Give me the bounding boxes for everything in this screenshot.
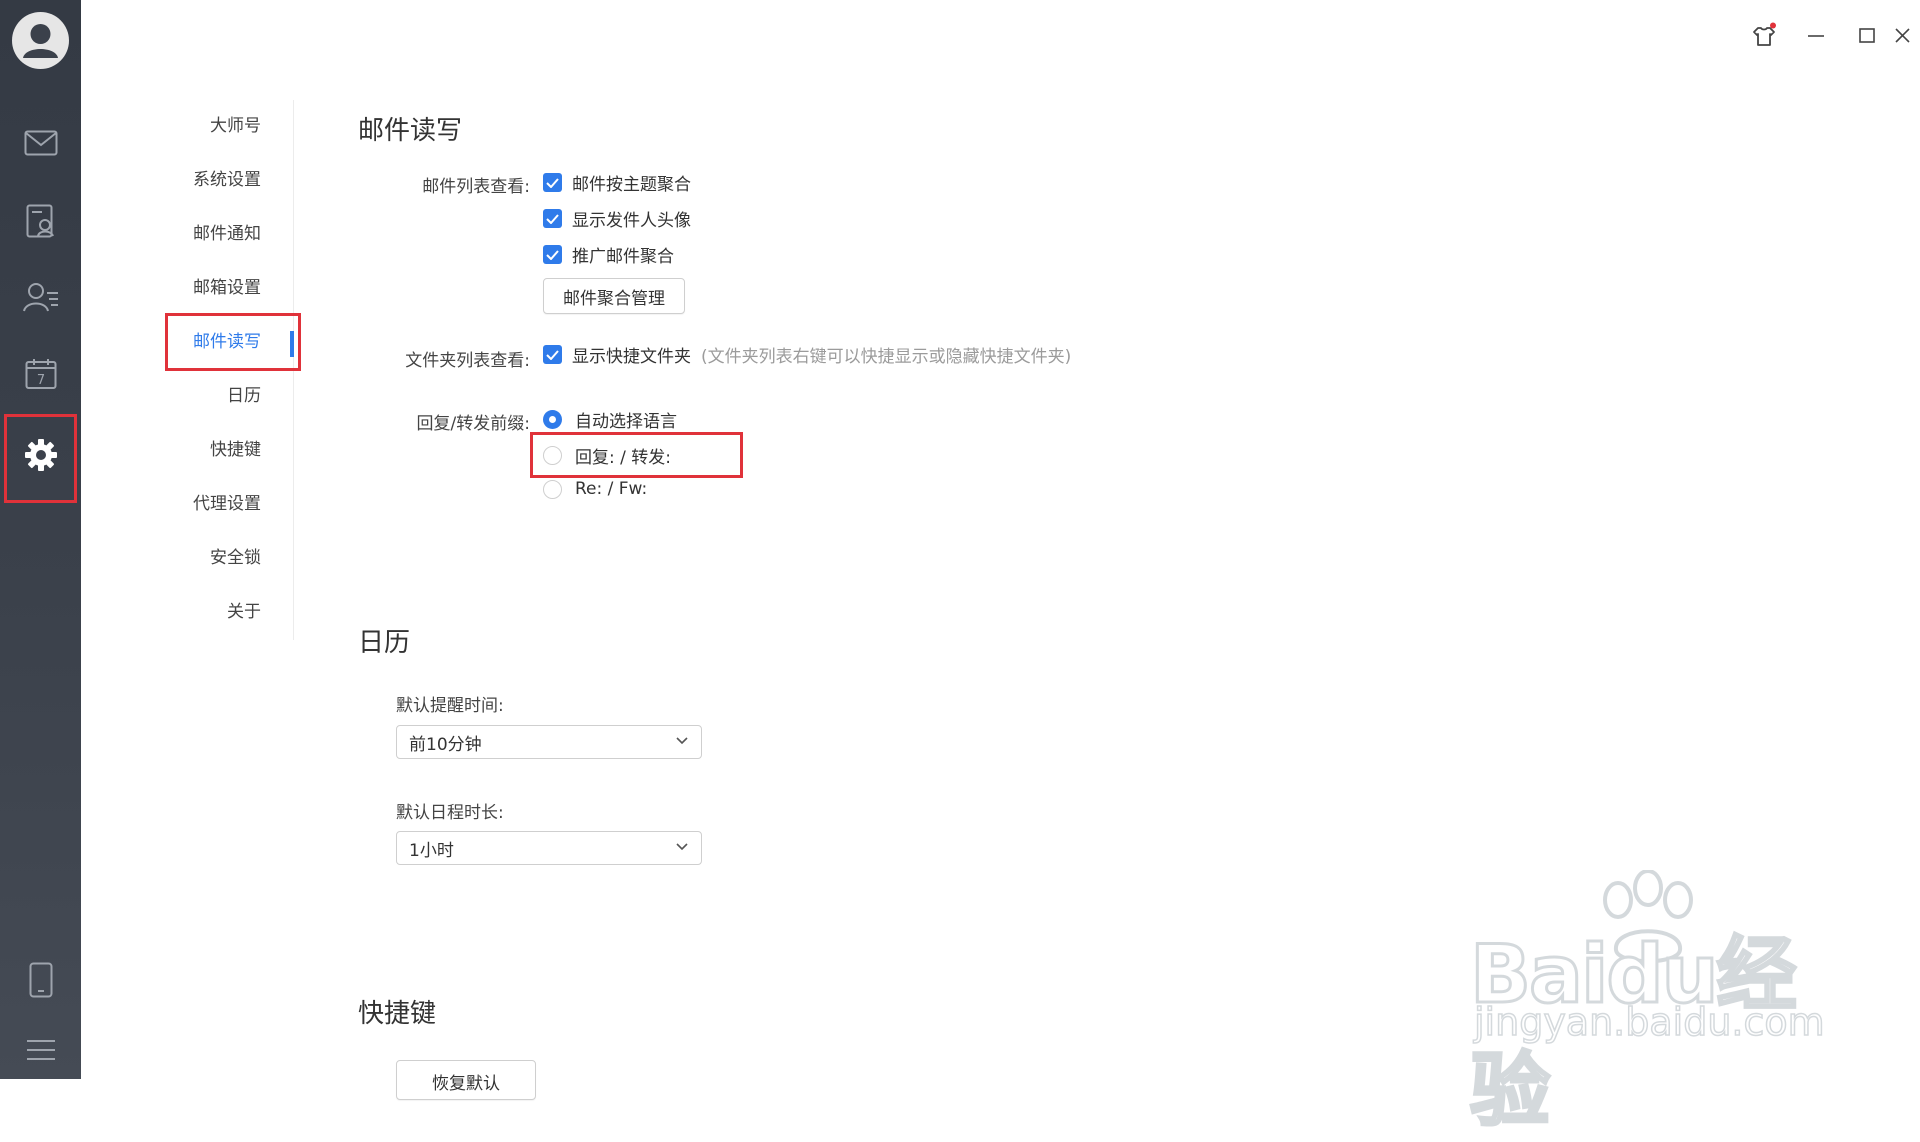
subnav-highlight-box (165, 313, 301, 371)
close-button[interactable] (1894, 20, 1920, 50)
promo-aggregate-checkbox[interactable] (543, 245, 562, 264)
subnav-item-lock[interactable]: 安全锁 (82, 544, 294, 572)
list-view-label: 邮件列表查看: (422, 177, 530, 197)
duration-value: 1小时 (409, 840, 454, 861)
maximize-button[interactable] (1849, 20, 1885, 50)
quick-folder-label: 显示快捷文件夹 (572, 347, 691, 367)
mobile-nav-button[interactable] (0, 950, 81, 1010)
menu-icon (26, 1040, 55, 1060)
skin-icon (1753, 22, 1776, 46)
contacts-nav-button[interactable] (0, 267, 81, 327)
duration-label: 默认日程时长: (396, 803, 504, 823)
section-title-mail-rw: 邮件读写 (358, 116, 463, 146)
prefix-label: 回复/转发前缀: (416, 414, 530, 434)
option-quick-folder[interactable]: 显示快捷文件夹 (文件夹列表右键可以快捷显示或隐藏快捷文件夹) (543, 342, 1071, 367)
mail-icon (24, 130, 57, 156)
settings-subnav: 大师号 系统设置 邮件通知 邮箱设置 邮件读写 日历 快捷键 代理设置 安全锁 … (82, 0, 294, 1079)
reminder-select[interactable]: 前10分钟 (396, 725, 702, 759)
sender-avatar-label: 显示发件人头像 (572, 211, 691, 231)
reminder-value: 前10分钟 (409, 734, 482, 755)
chevron-down-icon (676, 843, 688, 851)
contacts-card-icon (26, 204, 54, 238)
option-thread-aggregate[interactable]: 邮件按主题聚合 (543, 170, 691, 195)
thread-aggregate-checkbox[interactable] (543, 173, 562, 192)
section-title-shortcuts: 快捷键 (358, 999, 437, 1029)
subnav-item-notify[interactable]: 邮件通知 (82, 220, 294, 248)
user-icon (23, 24, 58, 58)
subnav-item-calendar[interactable]: 日历 (82, 382, 294, 410)
subnav-item-proxy[interactable]: 代理设置 (82, 490, 294, 518)
prefix-english-radio[interactable] (543, 479, 562, 499)
skin-button[interactable] (1746, 20, 1782, 50)
user-avatar[interactable] (12, 12, 69, 69)
contacts-card-nav-button[interactable] (0, 191, 81, 251)
prefix-english-label: Re: / Fw: (575, 479, 648, 499)
minimize-icon (1808, 35, 1824, 37)
aggregate-manage-button[interactable]: 邮件聚合管理 (543, 278, 685, 314)
calendar-nav-button[interactable]: 7 (0, 344, 81, 404)
checkmark-icon (546, 349, 559, 360)
prefix-auto-radio[interactable] (543, 410, 562, 429)
app-sidebar: 7 (0, 0, 81, 1079)
baidu-watermark: Baidu经验 jingyan.baidu.com (1469, 870, 1830, 1139)
duration-select[interactable]: 1小时 (396, 831, 702, 865)
option-prefix-auto[interactable]: 自动选择语言 (543, 407, 677, 432)
phone-icon (29, 962, 52, 998)
close-icon (1895, 28, 1910, 43)
calendar-icon: 7 (25, 359, 56, 389)
quick-folder-hint: (文件夹列表右键可以快捷显示或隐藏快捷文件夹) (701, 347, 1072, 367)
main-menu-button[interactable] (0, 1020, 81, 1080)
option-promo-aggregate[interactable]: 推广邮件聚合 (543, 242, 674, 267)
chevron-down-icon (676, 737, 688, 745)
reminder-label: 默认提醒时间: (396, 696, 504, 716)
calendar-day-number: 7 (36, 373, 44, 388)
watermark-url: jingyan.baidu.com (1473, 999, 1825, 1045)
thread-aggregate-label: 邮件按主题聚合 (572, 175, 691, 195)
settings-highlight-box (4, 414, 77, 503)
contacts-list-icon (22, 283, 58, 312)
section-title-calendar: 日历 (358, 628, 411, 658)
subnav-item-about[interactable]: 关于 (82, 598, 294, 626)
quick-folder-checkbox[interactable] (543, 345, 562, 364)
restore-default-button[interactable]: 恢复默认 (396, 1060, 536, 1100)
subnav-item-system[interactable]: 系统设置 (82, 166, 294, 194)
checkmark-icon (546, 177, 559, 188)
option-prefix-english[interactable]: Re: / Fw: (543, 479, 647, 499)
minimize-button[interactable] (1798, 20, 1834, 50)
folder-view-label: 文件夹列表查看: (405, 351, 530, 371)
checkmark-icon (546, 249, 559, 260)
option-sender-avatar[interactable]: 显示发件人头像 (543, 206, 691, 231)
checkmark-icon (546, 213, 559, 224)
promo-aggregate-label: 推广邮件聚合 (572, 247, 674, 267)
prefix-auto-label: 自动选择语言 (575, 412, 677, 432)
sender-avatar-checkbox[interactable] (543, 209, 562, 228)
mail-nav-button[interactable] (0, 113, 81, 173)
subnav-item-master[interactable]: 大师号 (82, 112, 294, 140)
subnav-item-mailbox[interactable]: 邮箱设置 (82, 274, 294, 302)
maximize-icon (1859, 28, 1875, 43)
prefix-highlight-box (530, 432, 743, 478)
subnav-item-shortcuts[interactable]: 快捷键 (82, 436, 294, 464)
